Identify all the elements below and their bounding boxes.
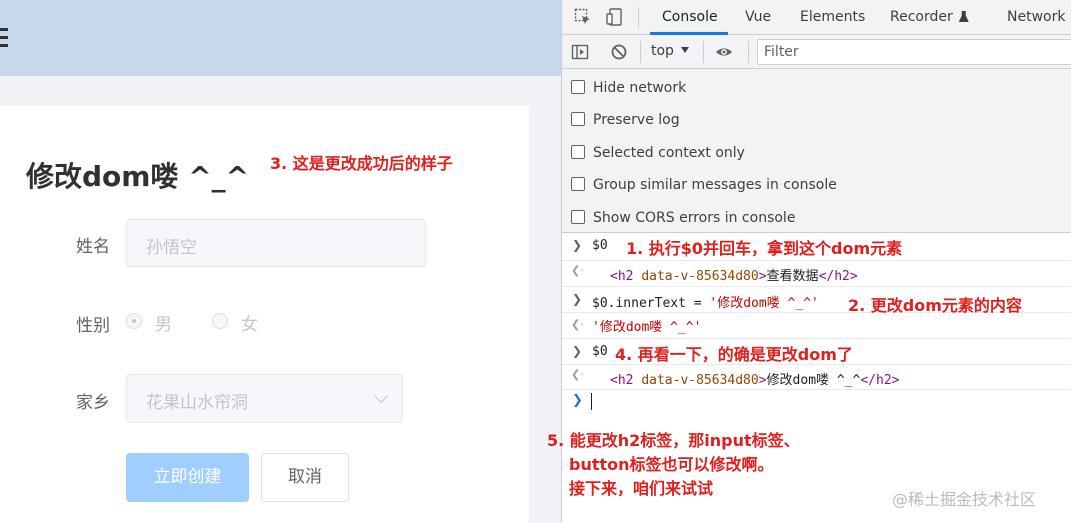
annotation-3: 3. 这是更改成功后的样子: [270, 154, 453, 173]
return-arrow-icon: ❮·: [571, 368, 584, 381]
name-label: 姓名: [76, 237, 110, 257]
tab-elements[interactable]: Elements: [800, 9, 865, 25]
page-title: 修改dom喽 ^_^: [26, 160, 250, 193]
code: $0.innerText =: [592, 296, 710, 311]
chevron-down-icon: [373, 388, 389, 404]
console-input-text: $0: [592, 238, 608, 253]
setting-label: Show CORS errors in console: [593, 210, 796, 226]
string-literal: '修改dom喽 ^_^': [709, 296, 819, 311]
setting-label: Hide network: [593, 80, 687, 96]
radio-female-label: 女: [241, 315, 258, 335]
filter-input[interactable]: [758, 40, 1071, 64]
setting-selected-context[interactable]: Selected context only: [571, 142, 745, 162]
flask-icon: [958, 11, 969, 22]
cancel-button[interactable]: 取消: [261, 453, 349, 502]
device-toolbar-icon[interactable]: [606, 8, 624, 26]
tab-vue[interactable]: Vue: [745, 9, 771, 25]
checkbox[interactable]: [571, 177, 585, 191]
name-placeholder: 孙悟空: [146, 238, 197, 258]
console-settings: Hide network Preserve log Selected conte…: [562, 69, 1071, 233]
app-header: [0, 0, 561, 76]
hometown-value: 花果山水帘洞: [146, 393, 248, 413]
setting-group-similar[interactable]: Group similar messages in console: [571, 174, 837, 194]
checkbox[interactable]: [571, 210, 585, 224]
attr-name: data-v-85634d80: [641, 269, 759, 284]
tag-open: <h2: [610, 269, 634, 284]
return-arrow-icon: ❮·: [571, 264, 584, 277]
hometown-select[interactable]: 花果山水帘洞: [126, 374, 403, 423]
toolbar-separator: [748, 41, 749, 63]
setting-show-cors[interactable]: Show CORS errors in console: [571, 207, 795, 227]
tab-recorder-label: Recorder: [890, 9, 953, 25]
console-prompt-icon: ❯: [572, 393, 583, 408]
gender-label: 性别: [76, 316, 110, 336]
filter-box: [757, 39, 1071, 65]
return-arrow-icon: ❮·: [571, 318, 584, 331]
radio-male-label: 男: [155, 315, 172, 335]
setting-preserve-log[interactable]: Preserve log: [571, 109, 680, 129]
sidebar-toggle-icon[interactable]: [571, 43, 589, 61]
element-text: 修改dom喽 ^_^: [766, 373, 861, 388]
console-output-line: ❮· <h2 data-v-85634d80>查看数据</h2>: [562, 261, 1071, 287]
annotation-5-line-1: 5. 能更改h2标签，那input标签、: [547, 431, 800, 450]
context-value: top: [651, 43, 674, 59]
element-text: 查看数据: [766, 269, 819, 284]
console-input-text: $0: [592, 344, 608, 359]
toolbar-separator: [640, 41, 641, 63]
setting-label: Group similar messages in console: [593, 177, 837, 193]
annotation-5: 5. 能更改h2标签，那input标签、 button标签也可以修改啊。 接下来…: [547, 429, 800, 501]
watermark: @稀土掘金技术社区: [892, 490, 1037, 509]
attr-name: data-v-85634d80: [641, 373, 759, 388]
console-input-caret[interactable]: [591, 393, 592, 410]
tag-open: <h2: [610, 373, 634, 388]
console-output-element[interactable]: <h2 data-v-85634d80>查看数据</h2>: [610, 265, 858, 284]
checkbox[interactable]: [571, 112, 585, 126]
inspect-element-icon[interactable]: [574, 8, 592, 26]
radio-male[interactable]: [126, 313, 142, 329]
tab-recorder[interactable]: Recorder: [890, 9, 969, 25]
checkbox[interactable]: [571, 80, 585, 94]
menu-icon[interactable]: [0, 28, 8, 48]
clear-console-icon[interactable]: [610, 43, 628, 61]
devtools-tabbar: Console Vue Elements Recorder Network: [562, 0, 1071, 35]
console-output-line: ❮· <h2 data-v-85634d80>修改dom喽 ^_^</h2>: [562, 365, 1071, 390]
tag-close: </h2>: [860, 373, 900, 388]
annotation-5-line-3: 接下来，咱们来试试: [569, 479, 714, 498]
toolbar-separator: [703, 41, 704, 63]
tab-separator: [638, 7, 639, 28]
annotation-4: 4. 再看一下，的确是更改dom了: [615, 345, 853, 364]
tab-network[interactable]: Network: [1007, 9, 1065, 25]
dropdown-arrow-icon: [680, 47, 689, 53]
radio-female[interactable]: [212, 313, 228, 329]
context-selector[interactable]: top: [651, 43, 689, 59]
annotation-1: 1. 执行$0并回车，拿到这个dom元素: [626, 239, 903, 258]
console-toolbar: top: [562, 35, 1071, 69]
chevron-right-icon: ❯: [572, 344, 583, 358]
console-output-string: '修改dom喽 ^_^': [592, 320, 702, 335]
hometown-label: 家乡: [76, 393, 110, 413]
setting-label: Preserve log: [593, 112, 680, 128]
annotation-5-line-2: button标签也可以修改啊。: [569, 455, 774, 474]
chevron-right-icon: ❯: [572, 238, 583, 252]
console-output-element[interactable]: <h2 data-v-85634d80>修改dom喽 ^_^</h2>: [610, 369, 899, 388]
checkbox[interactable]: [571, 145, 585, 159]
create-button[interactable]: 立即创建: [126, 453, 249, 502]
console-input-text: $0.innerText = '修改dom喽 ^_^': [592, 292, 819, 311]
setting-label: Selected context only: [593, 145, 745, 161]
console-output-line: ❮· '修改dom喽 ^_^': [562, 313, 1071, 339]
chevron-right-icon: ❯: [572, 292, 583, 306]
annotation-2: 2. 更改dom元素的内容: [848, 296, 1022, 315]
tag-close: </h2>: [818, 269, 858, 284]
setting-hide-network[interactable]: Hide network: [571, 77, 686, 97]
name-input[interactable]: 孙悟空: [126, 219, 426, 267]
tab-console[interactable]: Console: [662, 9, 718, 25]
live-expression-eye-icon[interactable]: [715, 43, 733, 61]
